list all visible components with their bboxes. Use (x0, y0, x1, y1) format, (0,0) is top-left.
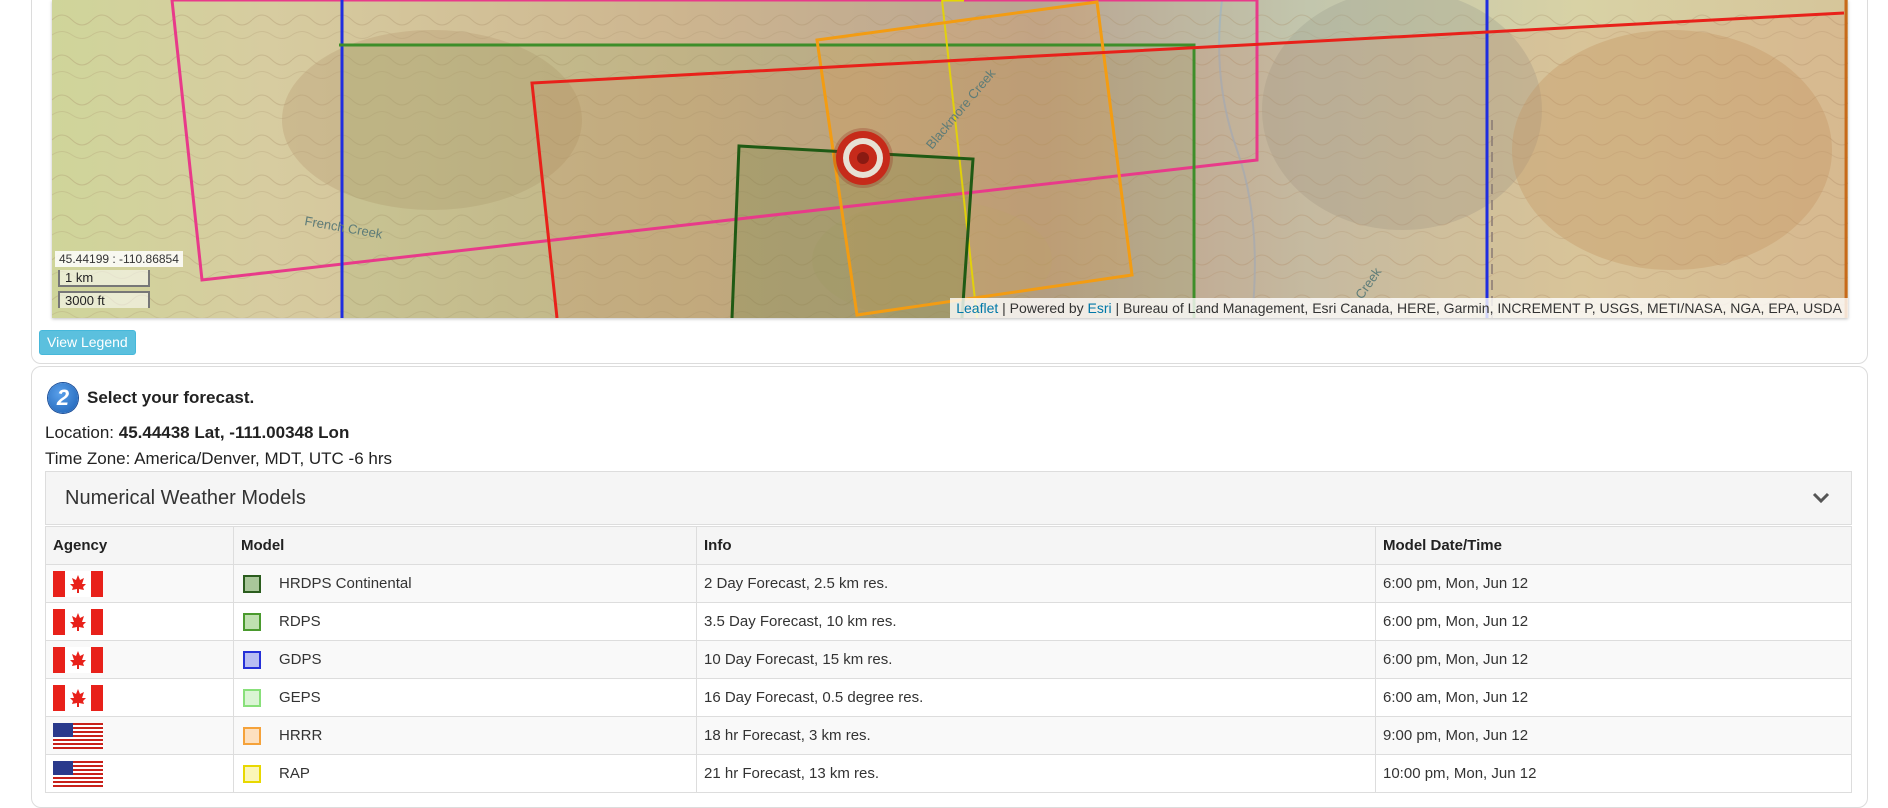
model-cell[interactable]: GEPS (233, 678, 697, 717)
models-table: Agency Model Info Model Date/Time HRDPS … (45, 526, 1852, 793)
table-header-row: Agency Model Info Model Date/Time (45, 526, 1852, 565)
model-name: RAP (279, 765, 310, 782)
leaflet-link[interactable]: Leaflet (956, 300, 998, 316)
table-row[interactable]: GDPS 10 Day Forecast, 15 km res. 6:00 pm, … (45, 640, 1852, 679)
location-line: Location: 45.44438 Lat, -111.00348 Lon (45, 423, 349, 443)
step-title: Select your forecast. (87, 388, 255, 407)
model-color-swatch (243, 612, 261, 631)
accordion-title: Numerical Weather Models (65, 487, 306, 509)
canada-flag-icon (53, 684, 103, 711)
model-color-swatch (243, 574, 261, 593)
model-color-swatch (243, 764, 261, 783)
model-color-swatch (243, 650, 261, 669)
col-info: Info (696, 526, 1376, 565)
col-model: Model (233, 526, 697, 565)
location-value: 45.44438 Lat, -111.00348 Lon (118, 423, 350, 442)
agency-cell (45, 716, 234, 755)
canada-flag-icon (53, 570, 103, 597)
step-number-badge: 2 (48, 383, 78, 413)
model-cell[interactable]: RDPS (233, 602, 697, 641)
table-row[interactable]: HRDPS Continental 2 Day Forecast, 2.5 km … (45, 564, 1852, 603)
view-legend-button[interactable]: View Legend (39, 330, 136, 355)
info-cell: 16 Day Forecast, 0.5 degree res. (696, 678, 1376, 717)
info-cell: 3.5 Day Forecast, 10 km res. (696, 602, 1376, 641)
model-name: HRRR (279, 727, 323, 744)
datetime-cell: 10:00 pm, Mon, Jun 12 (1375, 754, 1852, 793)
agency-cell (45, 640, 234, 679)
col-agency: Agency (45, 526, 234, 565)
datetime-cell: 9:00 pm, Mon, Jun 12 (1375, 716, 1852, 755)
datetime-cell: 6:00 pm, Mon, Jun 12 (1375, 602, 1852, 641)
datetime-cell: 6:00 am, Mon, Jun 12 (1375, 678, 1852, 717)
model-cell[interactable]: RAP (233, 754, 697, 793)
col-datetime: Model Date/Time (1375, 526, 1852, 565)
info-cell: 18 hr Forecast, 3 km res. (696, 716, 1376, 755)
nwm-accordion-header[interactable]: Numerical Weather Models (45, 471, 1852, 525)
table-row[interactable]: RAP 21 hr Forecast, 13 km res. 10:00 pm, M… (45, 754, 1852, 793)
info-cell: 10 Day Forecast, 15 km res. (696, 640, 1376, 679)
table-row[interactable]: GEPS 16 Day Forecast, 0.5 degree res. 6:00… (45, 678, 1852, 717)
usa-flag-icon (53, 722, 103, 749)
map-terrain: French Creek Blackmore Creek Creek (52, 0, 1848, 318)
agency-cell (45, 678, 234, 717)
map-attribution: Leaflet | Powered by Esri | Bureau of La… (950, 298, 1848, 318)
usa-flag-icon (53, 760, 103, 787)
model-color-swatch (243, 726, 261, 745)
forecast-map[interactable]: French Creek Blackmore Creek Creek 45.44… (52, 0, 1848, 318)
model-color-swatch (243, 688, 261, 707)
model-cell[interactable]: HRDPS Continental (233, 564, 697, 603)
model-name: HRDPS Continental (279, 575, 412, 592)
table-row[interactable]: HRRR 18 hr Forecast, 3 km res. 9:00 pm, Mo… (45, 716, 1852, 755)
model-name: RDPS (279, 613, 321, 630)
canada-flag-icon (53, 608, 103, 635)
location-label: Location: (45, 423, 114, 442)
scale-km: 1 km (58, 270, 150, 287)
datetime-cell: 6:00 pm, Mon, Jun 12 (1375, 640, 1852, 679)
table-row[interactable]: RDPS 3.5 Day Forecast, 10 km res. 6:00 pm,… (45, 602, 1852, 641)
step-header: 2 Select your forecast. (48, 383, 254, 413)
cursor-coordinates: 45.44199 : -110.86854 (55, 251, 183, 267)
model-cell[interactable]: HRRR (233, 716, 697, 755)
agency-cell (45, 564, 234, 603)
info-cell: 2 Day Forecast, 2.5 km res. (696, 564, 1376, 603)
model-name: GDPS (279, 651, 322, 668)
esri-link[interactable]: Esri (1088, 300, 1112, 316)
timezone-line: Time Zone: America/Denver, MDT, UTC -6 h… (45, 449, 393, 468)
agency-cell (45, 602, 234, 641)
chevron-down-icon[interactable] (1811, 488, 1831, 508)
datetime-cell: 6:00 pm, Mon, Jun 12 (1375, 564, 1852, 603)
target-icon[interactable] (832, 127, 894, 189)
attribution-sources: | Bureau of Land Management, Esri Canada… (1115, 300, 1842, 316)
canada-flag-icon (53, 646, 103, 673)
scale-ft: 3000 ft (58, 291, 150, 308)
model-cell[interactable]: GDPS (233, 640, 697, 679)
powered-by-text: | Powered by (1002, 300, 1084, 316)
model-name: GEPS (279, 689, 321, 706)
agency-cell (45, 754, 234, 793)
info-cell: 21 hr Forecast, 13 km res. (696, 754, 1376, 793)
